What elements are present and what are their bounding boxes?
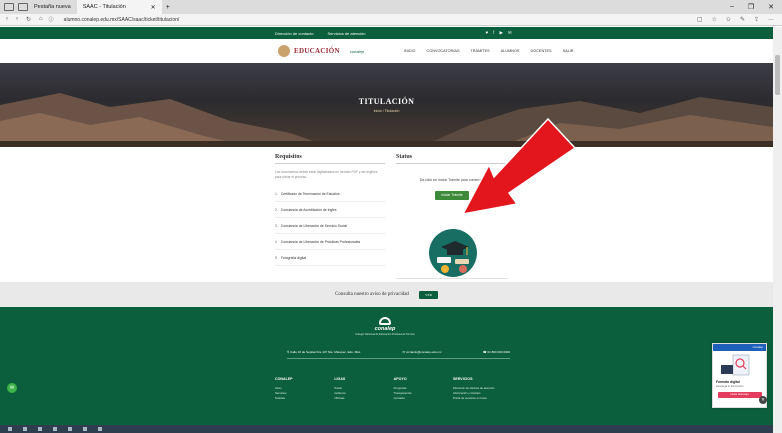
document-search-icon (721, 354, 750, 376)
address-bar: ‹ › ↻ ⌂ ⓘ alumno.conalep.edu.mx/SAAC/saa… (0, 14, 782, 26)
footer-contact: ⚲ Calle 16 de Septiembre 147 Nte. Metepe… (287, 350, 510, 359)
chat-icon[interactable]: ✉ (7, 383, 17, 393)
footer-link[interactable]: Oficinas (334, 396, 386, 401)
footer-col-title: LIGAS (334, 377, 346, 381)
explorer-icon[interactable] (68, 427, 72, 431)
back-icon[interactable]: ‹ (6, 16, 8, 23)
footer-link[interactable]: Contacto (394, 396, 446, 401)
share-icon[interactable]: ⇪ (754, 16, 759, 23)
footer-columns: CONALEP Inicio Servicios Noticias LIGAS … (275, 377, 511, 401)
privacy-button[interactable]: VER (418, 290, 438, 299)
footer-col-ligas: LIGAS Portal Gobierno Oficinas (334, 377, 386, 401)
maximize-button[interactable]: ❐ (748, 3, 754, 11)
tab-saac-label: SAAC - Titulación (82, 4, 126, 10)
edge-icon[interactable] (53, 427, 57, 431)
widget-cta-button[interactable]: Iniciar descarga (717, 392, 762, 398)
favorite-icon[interactable]: ☆ (712, 16, 717, 23)
close-tab-icon[interactable]: ✕ (151, 4, 156, 11)
red-arrow-icon (461, 117, 577, 216)
email-text: contacto@conalep.edu.mx (405, 350, 442, 354)
widget-title: Formato digital (716, 380, 740, 384)
home-icon[interactable]: ⌂ (39, 16, 43, 23)
url-field[interactable]: alumno.conalep.edu.mx/SAAC/saac/ticket/t… (64, 17, 624, 23)
browser-tab-strip: Pestaña nueva SAAC - Titulación ✕ + – ❐ … (0, 0, 782, 14)
widget-close-icon[interactable]: ✕ (759, 396, 767, 404)
widget-subtitle: Descarga tu documento (716, 385, 744, 388)
forward-icon[interactable]: › (16, 16, 18, 23)
privacy-text: Consulta nuestro aviso de privacidad (335, 292, 409, 297)
address-text: Calle 16 de Septiembre 147 Nte. Metepec,… (290, 350, 362, 354)
tab-new-label: Pestaña nueva (34, 4, 71, 10)
tab-new[interactable]: Pestaña nueva (28, 0, 77, 14)
footer-logo: conalep Colegio Nacional de Educación Pr… (355, 317, 415, 337)
reading-view-icon[interactable]: ▢ (697, 16, 703, 23)
close-window-button[interactable]: ✕ (768, 3, 774, 11)
window-controls: – ❐ ✕ (730, 3, 782, 11)
footer-col-apoyo: APOYO Preguntas Transparencia Contacto (394, 377, 446, 401)
widget-header: conalep (713, 344, 766, 351)
mail-app-icon[interactable] (98, 427, 102, 431)
footer: conalep Colegio Nacional de Educación Pr… (0, 307, 773, 433)
footer-address: ⚲ Calle 16 de Septiembre 147 Nte. Metepe… (287, 350, 362, 354)
footer-brand-sub: Colegio Nacional de Educación Profesiona… (355, 333, 415, 336)
footer-col-conalep: CONALEP Inicio Servicios Noticias (275, 377, 327, 401)
store-icon[interactable] (83, 427, 87, 431)
footer-link[interactable]: Portal de servicios en línea (453, 396, 511, 401)
back-tabs-icon[interactable] (18, 3, 28, 11)
scrollbar-thumb[interactable] (775, 55, 780, 95)
footer-phone: ☎ 01 800 000 0000 (482, 350, 510, 354)
notes-icon[interactable]: ✎ (740, 16, 745, 23)
page-viewport: Dirección de contacto Servicios de atenc… (0, 27, 773, 433)
start-icon[interactable] (8, 427, 12, 431)
tab-saac[interactable]: SAAC - Titulación ✕ (76, 0, 162, 14)
search-icon[interactable] (23, 427, 27, 431)
footer-col-title: APOYO (393, 377, 407, 381)
refresh-icon[interactable]: ↻ (26, 16, 31, 23)
tab-actions-icon[interactable] (4, 3, 14, 11)
footer-brand: conalep (374, 326, 396, 332)
widget-illustration (713, 351, 766, 377)
footer-col-title: CONALEP (275, 377, 293, 381)
os-taskbar (0, 425, 773, 433)
task-view-icon[interactable] (38, 427, 42, 431)
footer-link[interactable]: Noticias (275, 396, 327, 401)
phone-text: 01 800 000 0000 (487, 350, 510, 354)
info-icon[interactable]: ⓘ (49, 16, 54, 23)
privacy-bar: Consulta nuestro aviso de privacidad VER (0, 282, 773, 307)
new-tab-icon[interactable]: + (166, 4, 170, 11)
footer-col-servicios: SERVICIOS Directorio de oficinas de aten… (453, 377, 511, 401)
minimize-button[interactable]: – (730, 3, 734, 11)
conalep-icon (379, 317, 391, 325)
favorites-list-icon[interactable]: ✩ (726, 16, 731, 23)
footer-col-title: SERVICIOS (452, 377, 473, 381)
footer-email[interactable]: ✉ contacto@conalep.edu.mx (403, 350, 442, 354)
more-icon[interactable]: … (768, 16, 774, 23)
